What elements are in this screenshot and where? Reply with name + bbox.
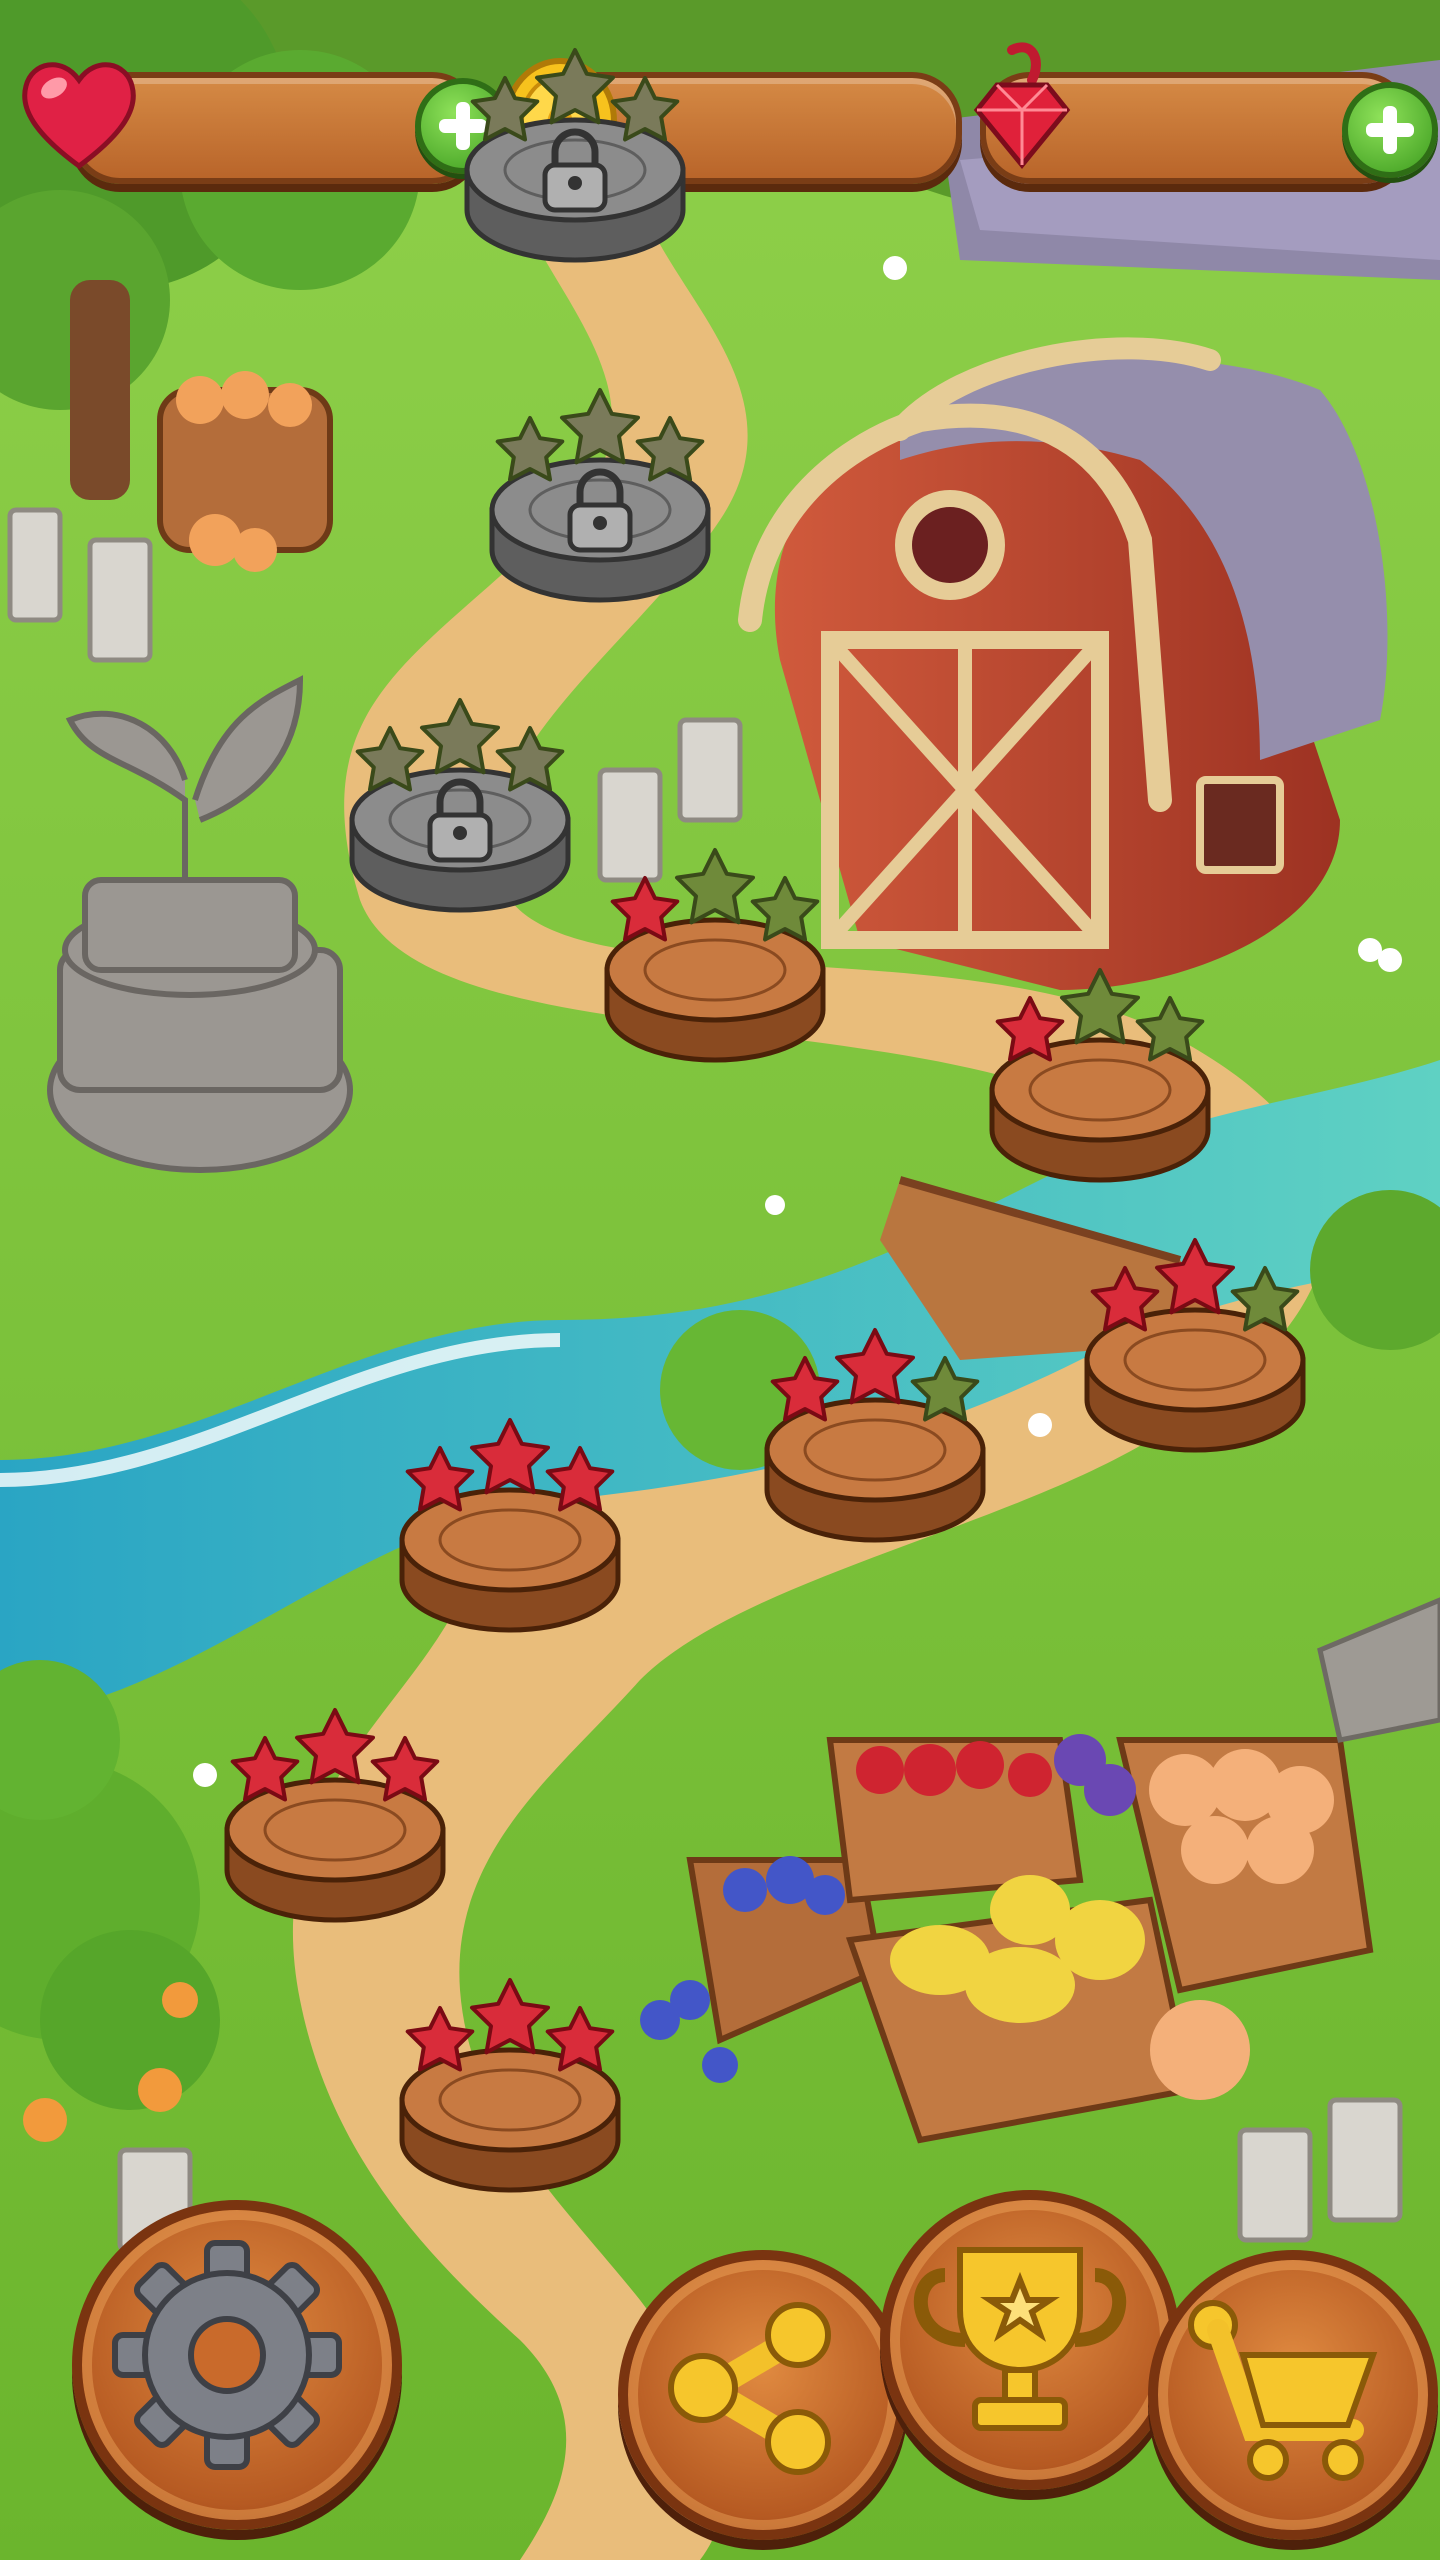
level-node[interactable] — [340, 670, 580, 930]
gear-icon — [112, 2240, 342, 2470]
star-empty-icon — [675, 848, 755, 925]
cart-icon — [1188, 2300, 1378, 2481]
level-node[interactable] — [980, 940, 1220, 1200]
trophy-icon — [913, 2247, 1127, 2431]
add-gems-button[interactable] — [1342, 82, 1438, 178]
star-earned-icon — [295, 1708, 375, 1785]
level-node[interactable] — [455, 20, 695, 280]
trophy-button[interactable] — [880, 2190, 1180, 2490]
ruby-icon — [973, 42, 1071, 169]
settings-button[interactable] — [72, 2200, 402, 2530]
star-empty-icon — [535, 48, 615, 125]
star-earned-icon — [470, 1978, 550, 2055]
level-node[interactable] — [390, 1950, 630, 2210]
star-empty-icon — [1060, 968, 1140, 1045]
level-node[interactable] — [215, 1680, 455, 1940]
star-empty-icon — [420, 698, 500, 775]
level-node[interactable] — [595, 820, 835, 1080]
level-node[interactable] — [755, 1300, 995, 1560]
heart-icon — [22, 62, 136, 170]
share-button[interactable] — [618, 2250, 908, 2540]
star-earned-icon — [470, 1418, 550, 1495]
star-earned-icon — [1155, 1238, 1235, 1315]
level-node[interactable] — [390, 1390, 630, 1650]
shop-button[interactable] — [1148, 2250, 1438, 2540]
star-earned-icon — [835, 1328, 915, 1405]
share-icon — [668, 2302, 831, 2475]
star-empty-icon — [560, 388, 640, 465]
level-node[interactable] — [1075, 1210, 1315, 1470]
level-node[interactable] — [480, 360, 720, 620]
